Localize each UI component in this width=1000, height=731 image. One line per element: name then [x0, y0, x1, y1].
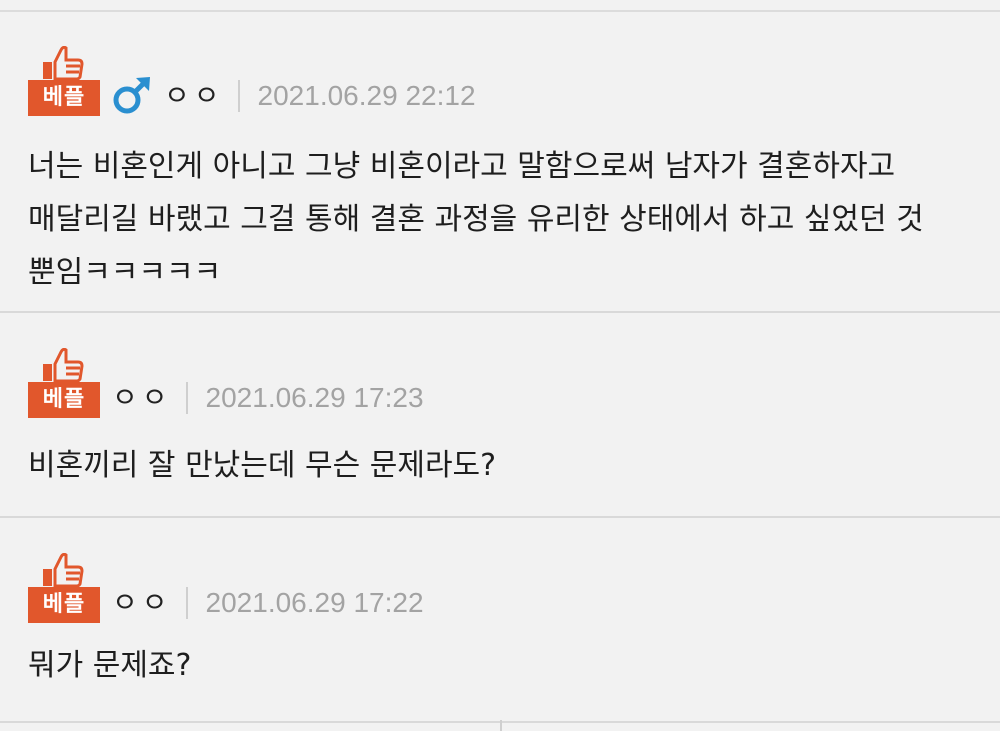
thumbs-up-icon: [43, 553, 84, 587]
comment-item: 베플 ㅇㅇ 2021.06.29 17:23 비혼끼리 잘 만났는데 무슨 문제…: [0, 313, 1000, 518]
bottom-separator: [500, 720, 502, 731]
comment-meta: 베플 ㅇㅇ 2021.06.29 22:12: [28, 46, 476, 118]
thumbs-up-icon: [43, 348, 84, 382]
comment-meta: 베플 ㅇㅇ 2021.06.29 17:22: [28, 553, 424, 625]
nickname[interactable]: ㅇㅇ: [112, 583, 172, 623]
comment-meta: 베플 ㅇㅇ 2021.06.29 17:23: [28, 348, 424, 420]
meta-separator: [237, 80, 240, 112]
male-icon: [113, 77, 150, 114]
timestamp: 2021.06.29 22:12: [257, 80, 476, 111]
comment-item: 베플 ㅇㅇ 2021.06.29 22:12 너는 비혼인게 아니고 그냥 비혼…: [0, 12, 1000, 313]
badge-label: 베플: [28, 382, 100, 418]
meta-separator: [185, 587, 188, 619]
comment-text: 뭐가 문제죠?: [28, 648, 192, 683]
comment-text: 비혼끼리 잘 만났는데 무슨 문제라도?: [28, 448, 497, 483]
nickname[interactable]: ㅇㅇ: [164, 76, 224, 116]
best-reply-badge: 베플: [28, 348, 100, 420]
comment-item: 베플 ㅇㅇ 2021.06.29 17:22 뭐가 문제죠?: [0, 518, 1000, 723]
best-reply-badge: 베플: [28, 46, 100, 118]
thumbs-up-icon: [43, 46, 84, 80]
timestamp: 2021.06.29 17:22: [205, 587, 424, 618]
meta-separator: [185, 382, 188, 414]
timestamp: 2021.06.29 17:23: [205, 382, 424, 413]
best-reply-badge: 베플: [28, 553, 100, 625]
comment-text: 너는 비혼인게 아니고 그냥 비혼이라고 말함으로써 남자가 결혼하자고 매달리…: [28, 149, 924, 290]
nickname[interactable]: ㅇㅇ: [112, 378, 172, 418]
badge-label: 베플: [28, 80, 100, 116]
badge-label: 베플: [28, 587, 100, 623]
